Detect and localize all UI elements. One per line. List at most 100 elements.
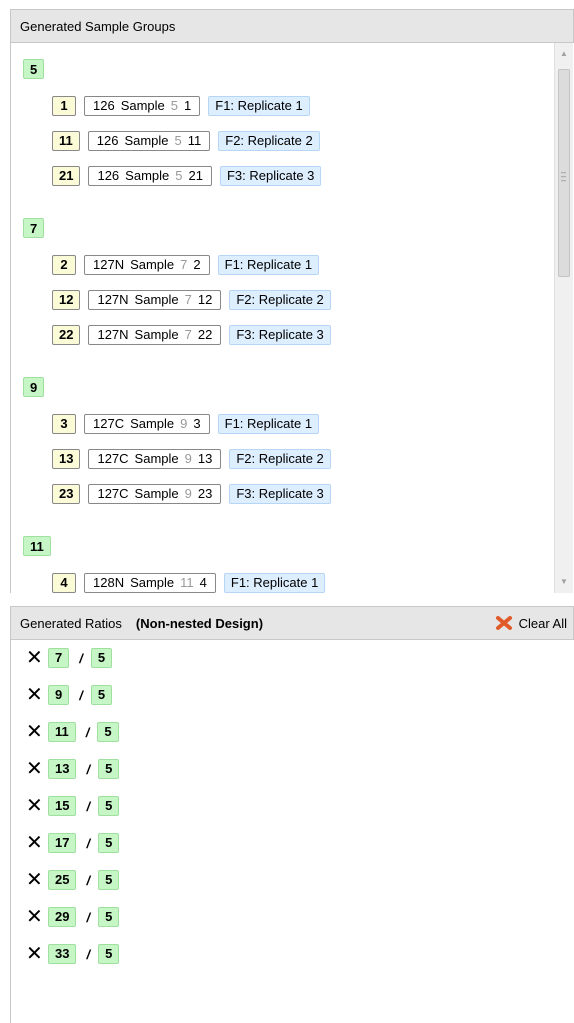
sample-row: 13 127C Sample 9 13 F2: Replicate 2 <box>52 448 331 470</box>
ratio-denominator: 5 <box>98 907 120 927</box>
replicate-badge[interactable]: F2: Replicate 2 <box>229 449 331 469</box>
group-badge[interactable]: 7 <box>23 218 45 238</box>
sample-index-badge[interactable]: 21 <box>52 166 81 186</box>
remove-ratio-icon[interactable]: ✕ <box>26 721 43 743</box>
replicate-badge[interactable]: F1: Replicate 1 <box>208 96 310 116</box>
sample-number: 21 <box>188 168 203 183</box>
sample-index-badge[interactable]: 3 <box>52 414 76 434</box>
sample-number: 22 <box>197 327 213 342</box>
group-badge[interactable]: 9 <box>23 377 45 397</box>
sample-index-badge[interactable]: 22 <box>52 325 81 345</box>
channel-label: 126 <box>93 98 115 113</box>
sample-row: 1 126 Sample 5 1 F1: Replicate 1 <box>52 95 310 117</box>
sample-row: 12 127N Sample 7 12 F2: Replicate 2 <box>52 289 331 311</box>
ratio-separator: / <box>79 650 83 666</box>
replicate-badge[interactable]: F1: Replicate 1 <box>217 255 320 275</box>
ratio-numerator: 33 <box>48 944 77 964</box>
sample-groups-scrollbar[interactable]: ▲ – – – ▼ <box>554 43 573 593</box>
sample-number: 12 <box>197 292 213 307</box>
sample-group-number: 9 <box>180 416 188 431</box>
sample-label: Sample <box>124 133 169 148</box>
sample-index-badge[interactable]: 4 <box>52 573 76 593</box>
sample-name-box[interactable]: 127N Sample 7 22 <box>88 325 222 345</box>
replicate-badge[interactable]: F2: Replicate 2 <box>218 131 320 151</box>
ratio-row: ✕ 29 / 5 <box>26 906 120 928</box>
ratio-numerator: 7 <box>48 648 70 668</box>
sample-index-badge[interactable]: 23 <box>52 484 81 504</box>
remove-ratio-icon[interactable]: ✕ <box>26 906 43 928</box>
remove-ratio-icon[interactable]: ✕ <box>26 647 43 669</box>
scrollbar-thumb[interactable]: – – – <box>558 69 570 277</box>
replicate-badge[interactable]: F2: Replicate 2 <box>229 290 331 310</box>
remove-ratio-icon[interactable]: ✕ <box>26 795 43 817</box>
replicate-badge[interactable]: F3: Replicate 3 <box>229 484 331 504</box>
sample-label: Sample <box>130 416 175 431</box>
ratio-row: ✕ 17 / 5 <box>26 832 120 854</box>
replicate-badge[interactable]: F3: Replicate 3 <box>219 166 322 186</box>
sample-group-number: 7 <box>180 257 188 272</box>
ratio-denominator: 5 <box>90 685 113 705</box>
ratio-separator: / <box>86 909 91 925</box>
sample-number: 23 <box>197 486 213 501</box>
ratio-denominator: 5 <box>97 722 119 742</box>
sample-index-badge[interactable]: 12 <box>52 290 81 310</box>
sample-number: 3 <box>193 416 201 431</box>
group-badge[interactable]: 5 <box>23 59 45 79</box>
sample-row: 11 126 Sample 5 11 F2: Replicate 2 <box>52 130 320 152</box>
ratio-row: ✕ 15 / 5 <box>26 795 120 817</box>
channel-label: 128N <box>93 575 125 590</box>
sample-group-number: 9 <box>184 451 192 466</box>
ratio-row: ✕ 33 / 5 <box>26 943 120 965</box>
sample-group-number: 7 <box>184 327 192 342</box>
replicate-badge[interactable]: F3: Replicate 3 <box>229 325 331 345</box>
ratios-title: Generated Ratios <box>20 615 122 631</box>
sample-group-number: 5 <box>175 168 183 183</box>
sample-name-box[interactable]: 128N Sample 11 4 <box>84 573 216 593</box>
group-badge[interactable]: 11 <box>23 536 51 556</box>
sample-number: 11 <box>187 133 202 148</box>
sample-row: 23 127C Sample 9 23 F3: Replicate 3 <box>52 483 331 505</box>
clear-all-button[interactable]: Clear All <box>495 615 567 631</box>
sample-name-box[interactable]: 127C Sample 9 3 <box>84 414 210 434</box>
ratio-denominator: 5 <box>98 796 120 816</box>
sample-row: 21 126 Sample 5 21 F3: Replicate 3 <box>52 165 322 187</box>
ratio-numerator: 11 <box>48 722 76 742</box>
clear-x-icon <box>495 616 512 630</box>
remove-ratio-icon[interactable]: ✕ <box>26 832 43 854</box>
ratio-denominator: 5 <box>98 944 120 964</box>
sample-label: Sample <box>130 575 175 590</box>
sample-number: 2 <box>193 257 201 272</box>
sample-index-badge[interactable]: 13 <box>52 449 81 469</box>
sample-index-badge[interactable]: 2 <box>52 255 76 275</box>
sample-row: 22 127N Sample 7 22 F3: Replicate 3 <box>52 324 331 346</box>
remove-ratio-icon[interactable]: ✕ <box>26 869 43 891</box>
replicate-badge[interactable]: F1: Replicate 1 <box>223 573 326 593</box>
sample-name-box[interactable]: 126 Sample 5 11 <box>87 131 211 151</box>
sample-name-box[interactable]: 127C Sample 9 13 <box>88 449 222 469</box>
sample-index-badge[interactable]: 1 <box>52 96 76 116</box>
replicate-badge[interactable]: F1: Replicate 1 <box>217 414 320 434</box>
remove-ratio-icon[interactable]: ✕ <box>26 684 43 706</box>
sample-name-box[interactable]: 126 Sample 5 21 <box>88 166 212 186</box>
sample-name-box[interactable]: 126 Sample 5 1 <box>84 96 201 116</box>
sample-index-badge[interactable]: 11 <box>52 131 80 151</box>
sample-groups-title: Generated Sample Groups <box>20 18 176 34</box>
channel-label: 127C <box>93 416 125 431</box>
sample-group-number: 5 <box>174 133 182 148</box>
sample-group-number: 5 <box>170 98 179 113</box>
remove-ratio-icon[interactable]: ✕ <box>26 943 43 965</box>
ratio-separator: / <box>86 835 91 851</box>
remove-ratio-icon[interactable]: ✕ <box>26 758 43 780</box>
channel-label: 127C <box>97 486 129 501</box>
sample-groups-list[interactable]: 5 1 126 Sample 5 1 F1: Replicate 1 11 126 Sample 5… <box>11 43 552 593</box>
ratio-numerator: 9 <box>48 685 70 705</box>
ratio-row: ✕ 11 / 5 <box>26 721 119 743</box>
sample-name-box[interactable]: 127N Sample 7 2 <box>84 255 210 275</box>
sample-name-box[interactable]: 127C Sample 9 23 <box>88 484 222 504</box>
scroll-up-arrow-icon[interactable]: ▲ <box>555 45 573 63</box>
sample-name-box[interactable]: 127N Sample 7 12 <box>88 290 222 310</box>
scroll-down-arrow-icon[interactable]: ▼ <box>555 573 573 591</box>
ratio-numerator: 17 <box>48 833 77 853</box>
ratio-denominator: 5 <box>98 759 120 779</box>
sample-label: Sample <box>134 451 179 466</box>
